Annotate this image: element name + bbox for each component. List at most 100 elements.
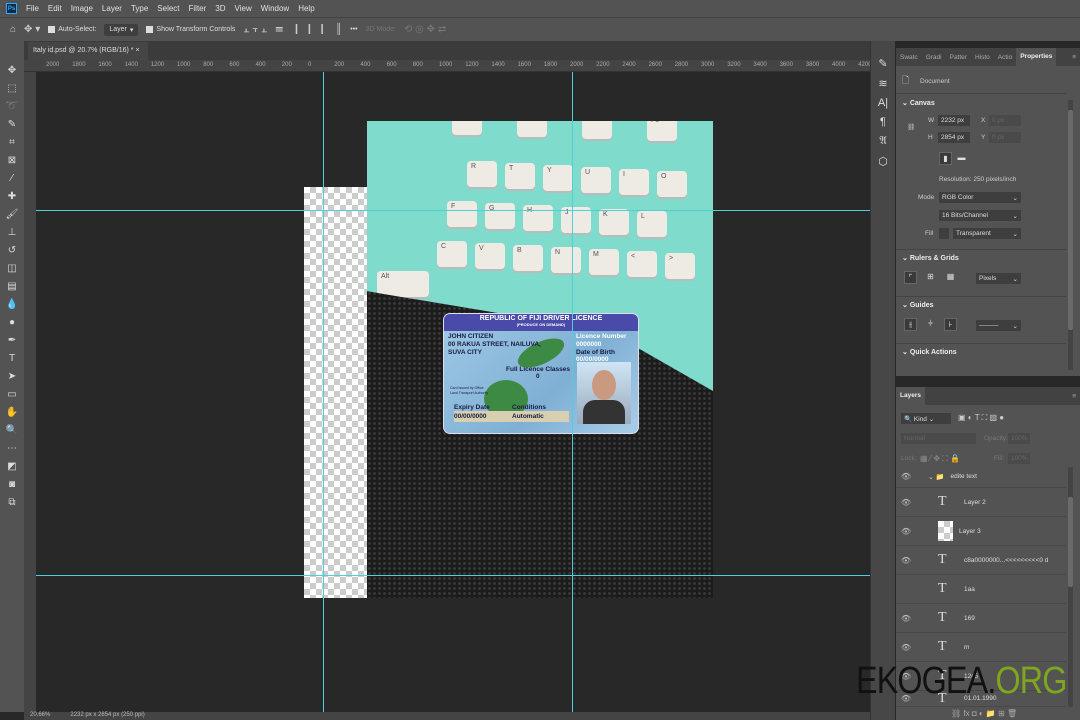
menu-layer[interactable]: Layer [102,4,122,13]
panel-menu-icon[interactable]: ≡ [1068,54,1080,61]
move-tool-icon[interactable]: ✥ ▾ [24,24,40,35]
y-input[interactable]: 0 px [989,132,1021,143]
height-input[interactable]: 2854 px [938,132,970,143]
type-tool-icon[interactable]: T [5,351,19,366]
menu-select[interactable]: Select [157,4,179,13]
document-info[interactable]: 2232 px x 2854 px (250 ppi) [70,712,144,720]
lasso-tool-icon[interactable]: ➰ [5,99,19,114]
quick-select-tool-icon[interactable]: ✎ [5,117,19,132]
guide-style-select[interactable]: ——— ⌄ [976,320,1021,331]
brush-settings-icon[interactable]: ✎ [878,57,887,70]
guide-visibility-icon[interactable]: ⫲ [904,318,917,331]
layer-row[interactable]: 👁 T 169 [896,604,1066,633]
more-tools-icon[interactable]: ⋯ [5,441,19,456]
zoom-level[interactable]: 20.66% [30,712,50,720]
menu-file[interactable]: File [26,4,39,13]
canvas-section[interactable]: ⌄ Canvas [902,99,935,107]
layers-scrollbar[interactable] [1068,467,1073,707]
move-tool-icon[interactable]: ✥ [5,63,19,78]
3d-icon[interactable]: ⬡ [878,155,888,168]
tab-gradients[interactable]: Gradi [922,54,946,61]
more-options-button[interactable]: ••• [350,26,357,33]
lock-icons[interactable]: ▦ ⁄ ✥ ⛶ 🔒 [920,454,960,464]
screen-mode-icon[interactable]: ⧉ [5,495,19,510]
bit-depth-select[interactable]: 16 Bits/Channel ⌄ [939,210,1021,221]
x-input[interactable]: 0 px [989,115,1021,126]
guide-vertical-1[interactable] [323,72,324,712]
dodge-tool-icon[interactable]: ● [5,315,19,330]
eyedropper-tool-icon[interactable]: ⁄ [5,171,19,186]
stamp-tool-icon[interactable]: ⊥ [5,225,19,240]
menu-view[interactable]: View [235,4,252,13]
tab-swatches[interactable]: Swatc [896,54,922,61]
guide-horizontal-1[interactable] [36,210,870,211]
guide-horizontal-2[interactable] [36,575,870,576]
auto-select-dropdown[interactable]: Layer ▾ [104,23,139,36]
menu-window[interactable]: Window [261,4,289,13]
history-brush-icon[interactable]: ↺ [5,243,19,258]
layer-filter-select[interactable]: 🔍 Kind ⌄ [901,413,951,424]
quick-mask-icon[interactable]: ◙ [5,477,19,492]
menu-type[interactable]: Type [131,4,148,13]
character-icon[interactable]: A| [878,97,888,109]
lock-guides-icon[interactable]: ⫩ [924,318,937,331]
ruler-toggle-icon[interactable]: ⌜ [904,271,917,284]
blend-mode-select[interactable]: Normal [901,433,976,444]
guide-vertical-2[interactable] [572,72,573,712]
guides-section[interactable]: ⌄ Guides [902,301,934,309]
tab-history[interactable]: Histo [971,54,994,61]
menu-filter[interactable]: Filter [189,4,207,13]
paragraph-icon[interactable]: ¶ [880,116,886,128]
eye-icon[interactable]: 👁 [896,643,916,652]
brush-tool-icon[interactable]: 🖌 [5,207,19,222]
canvas-workspace[interactable]: F5F6F7F8RTYUIOFGHJKLCVBNM<>Alt REPUBLIC … [36,72,870,712]
3d-tools-icons[interactable]: ⟲ ◎ ✥ ⇄ [404,24,446,35]
layer-row[interactable]: 👁 ⌄ 📁 edite text [896,466,1066,488]
layer-fill-input[interactable]: 100% [1008,453,1030,464]
smart-guides-icon[interactable]: ⊦ [944,318,957,331]
brushes-icon[interactable]: ≋ [878,77,887,90]
menu-image[interactable]: Image [71,4,93,13]
portrait-orientation-button[interactable]: ▮ [939,152,952,165]
eye-icon[interactable]: 👁 [896,614,916,623]
layer-row[interactable]: · T 1aa [896,575,1066,604]
link-icon[interactable]: ⛓ [907,123,915,131]
layer-actions-icons[interactable]: ⛓ fx ◘ ◐ 📁 ⊞ 🗑 [951,709,1017,718]
path-select-tool-icon[interactable]: ➤ [5,369,19,384]
eye-icon[interactable]: 👁 [896,527,916,536]
crop-tool-icon[interactable]: ⌗ [5,135,19,150]
color-swatches-icon[interactable]: ◩ [5,459,19,474]
layer-row[interactable]: 👁 Layer 3 [896,517,1066,546]
hand-tool-icon[interactable]: ✋ [5,405,19,420]
layers-menu-icon[interactable]: ≡ [1068,393,1080,400]
pen-tool-icon[interactable]: ✒ [5,333,19,348]
eye-icon[interactable]: 👁 [896,498,916,507]
fill-select[interactable]: Transparent ⌄ [953,228,1021,239]
eye-hidden-icon[interactable]: · [896,585,916,594]
close-tab-icon[interactable]: × [135,47,139,54]
layer-row[interactable]: 👁 T Layer 2 [896,488,1066,517]
home-icon[interactable]: ⌂ [10,24,16,35]
tab-layers[interactable]: Layers [896,387,925,405]
rulers-grids-section[interactable]: ⌄ Rulers & Grids [902,254,959,262]
menu-edit[interactable]: Edit [48,4,62,13]
opacity-input[interactable]: 100% [1008,433,1030,444]
photoshop-logo[interactable]: Ps [6,3,17,14]
gradient-tool-icon[interactable]: ▤ [5,279,19,294]
glyphs-icon[interactable]: 𝔄 [879,135,886,148]
fill-color-swatch[interactable] [939,228,949,239]
document-tab[interactable]: Italy id.psd @ 20.7% (RGB/16) * × [28,42,148,60]
healing-tool-icon[interactable]: ✚ [5,189,19,204]
properties-scrollbar[interactable] [1068,100,1073,370]
filter-type-icons[interactable]: ▣ ◐ T ⛶ ▨ ● [958,413,1004,423]
align-icons[interactable]: ⫠ ⫟ ⫠ ☰ ┃ ┃ ┃ ║ [243,24,342,35]
menu-help[interactable]: Help [298,4,314,13]
tab-actions[interactable]: Actio [994,54,1016,61]
show-transform-checkbox[interactable]: Show Transform Controls [146,26,235,33]
marquee-tool-icon[interactable]: ⬚ [5,81,19,96]
blur-tool-icon[interactable]: 💧 [5,297,19,312]
eye-icon[interactable]: 👁 [896,556,916,565]
frame-tool-icon[interactable]: ⊠ [5,153,19,168]
pixel-grid-icon[interactable]: ▦ [944,271,957,284]
quick-actions-section[interactable]: ⌄ Quick Actions [902,348,957,356]
